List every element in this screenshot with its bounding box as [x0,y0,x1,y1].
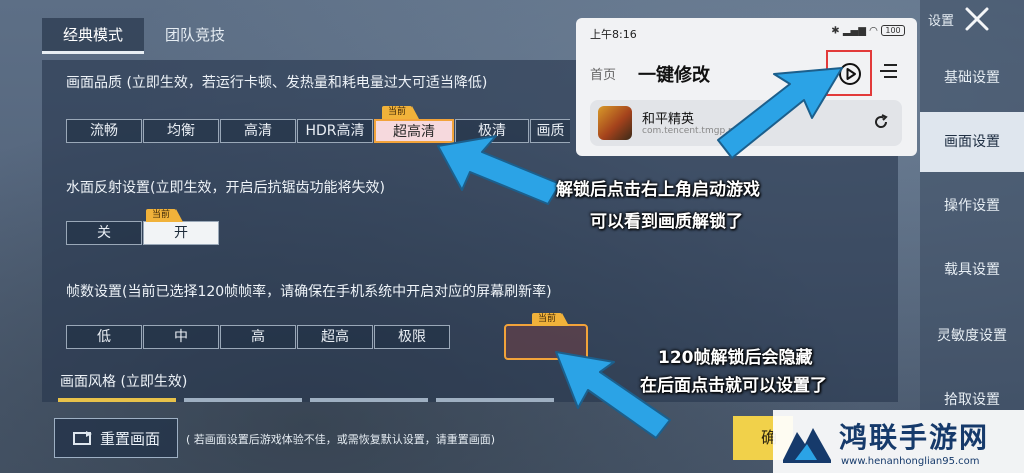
watermark-name: 鸿联手游网 [839,421,990,454]
annotation-line-2: 可以看到画质解锁了 [590,212,743,232]
annotation-line-3: 120帧解锁后会隐藏 [658,348,813,368]
arrow-to-quality [437,135,561,205]
arrow-to-launch [717,67,843,159]
watermark-logo [783,428,831,463]
watermark-url: www.henanhonglian95.com [841,456,980,467]
annotation-arrows [437,67,843,439]
annotation-line-4: 在后面点击就可以设置了 [640,376,827,396]
watermark: 鸿联手游网 www.henanhonglian95.com [773,410,1024,473]
annotation-line-1: 解锁后点击右上角启动游戏 [556,180,760,200]
